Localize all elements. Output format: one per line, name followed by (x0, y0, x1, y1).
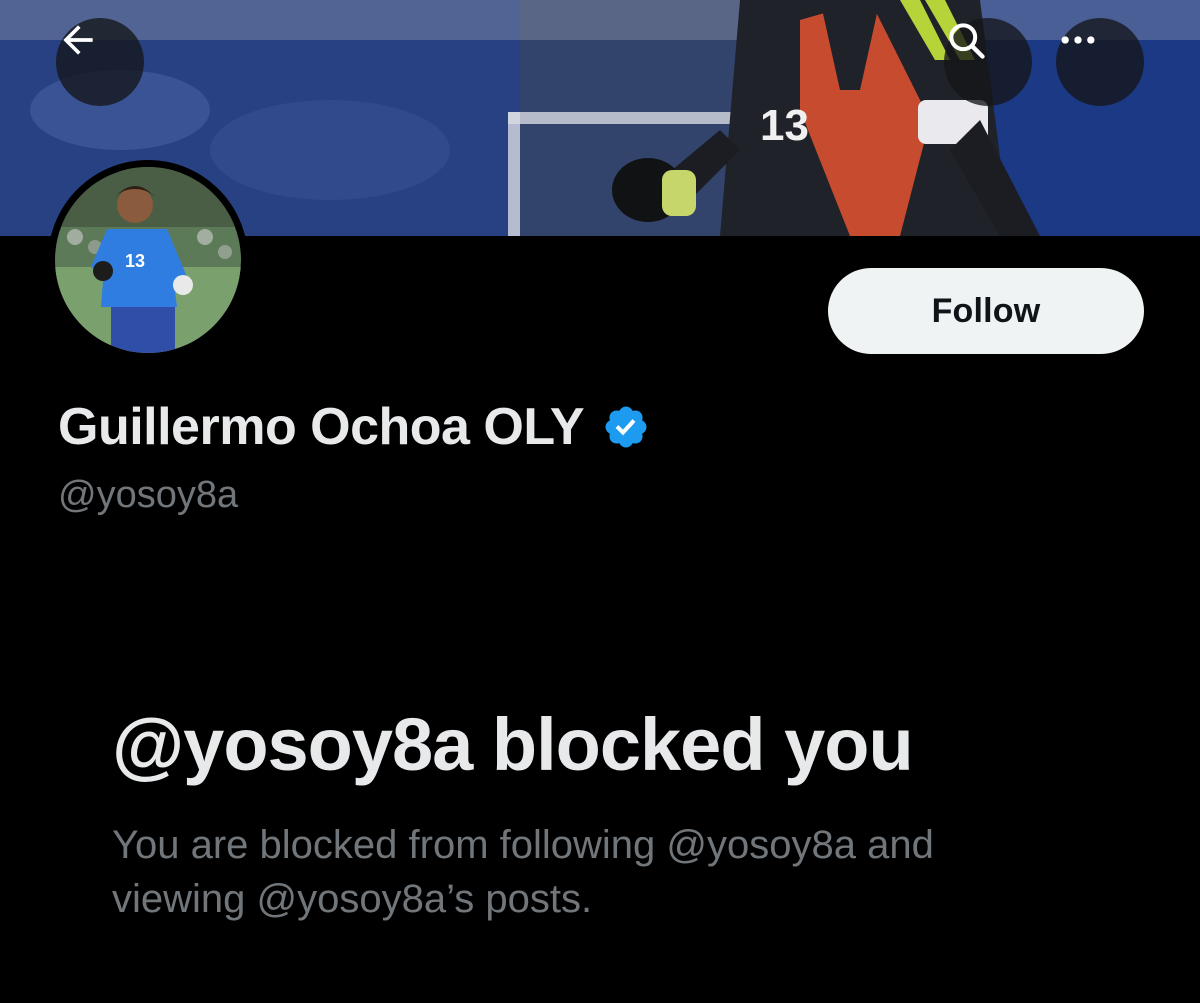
search-icon (949, 23, 985, 59)
profile-name-row: Guillermo Ochoa OLY (58, 392, 650, 462)
more-options-button[interactable] (1056, 18, 1144, 106)
arrow-left-icon (63, 25, 93, 55)
verified-badge-icon[interactable] (602, 403, 650, 451)
back-button[interactable] (56, 18, 144, 106)
more-horizontal-icon (1061, 36, 1095, 44)
profile-display-name: Guillermo Ochoa OLY (58, 398, 585, 456)
follow-button[interactable]: Follow (828, 268, 1144, 354)
search-button[interactable] (944, 18, 1032, 106)
profile-avatar[interactable]: 13 (48, 160, 248, 360)
avatar-photo: 13 (55, 167, 241, 353)
svg-text:13: 13 (125, 251, 145, 271)
blocked-title: @yosoy8a blocked you (112, 703, 914, 786)
svg-text:13: 13 (760, 101, 809, 150)
profile-handle: @yosoy8a (58, 474, 239, 516)
blocked-description: You are blocked from following @yosoy8a … (112, 823, 934, 921)
